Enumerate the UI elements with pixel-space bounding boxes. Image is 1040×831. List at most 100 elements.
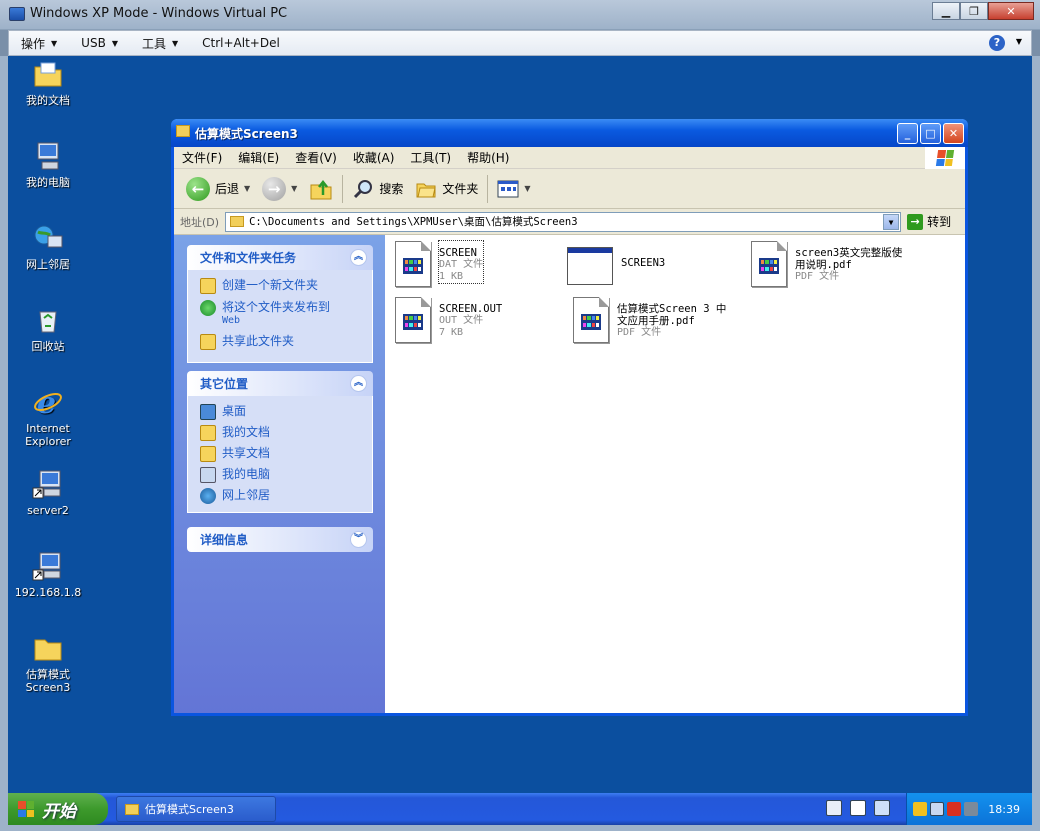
- explorer-menu-bar: 文件(F) 编辑(E) 查看(V) 收藏(A) 工具(T) 帮助(H): [174, 147, 965, 169]
- host-close-button[interactable]: ✕: [988, 2, 1034, 20]
- file-type: DAT 文件: [439, 259, 484, 270]
- go-label: 转到: [927, 215, 952, 229]
- host-frame-bottom: [0, 825, 1040, 831]
- collapse-chevron-icon[interactable]: ︽: [350, 375, 367, 392]
- desktop-icon-192-168-1-8[interactable]: 192.168.1.8: [8, 550, 88, 599]
- place-network[interactable]: 网上邻居: [200, 488, 372, 504]
- host-menu-action[interactable]: 操作 ▼: [9, 35, 69, 52]
- desktop-icon-screen3-folder[interactable]: 估算模式Screen3: [8, 632, 88, 694]
- chevron-down-icon: ▼: [171, 38, 179, 48]
- place-label: 我的电脑: [222, 467, 271, 481]
- shortcut-computer-icon: [32, 468, 64, 500]
- file-size: 1 KB: [439, 271, 464, 282]
- volume-icon[interactable]: [964, 802, 978, 816]
- menu-edit[interactable]: 编辑(E): [230, 149, 287, 166]
- address-input[interactable]: C:\Documents and Settings\XPMUser\桌面\估算模…: [225, 211, 902, 232]
- collapse-chevron-icon[interactable]: ︽: [350, 249, 367, 266]
- network-connection-icon[interactable]: [930, 802, 944, 816]
- menu-file[interactable]: 文件(F): [174, 149, 230, 166]
- chevron-down-icon[interactable]: ▼: [291, 184, 297, 193]
- menu-tools[interactable]: 工具(T): [402, 149, 459, 166]
- options-icon[interactable]: [874, 800, 890, 816]
- explorer-title: 估算模式Screen3: [195, 127, 298, 141]
- panel-other-places: 其它位置 ︽ 桌面 我的文档 共享文档 我的电脑 网上邻居: [187, 371, 373, 513]
- place-desktop[interactable]: 桌面: [200, 404, 372, 420]
- chevron-down-icon[interactable]: ▼: [244, 184, 250, 193]
- explorer-toolbar: ← 后退 ▼ → ▼ 搜索 文件夹 ▼: [174, 169, 965, 209]
- svg-text:e: e: [37, 386, 56, 418]
- clock[interactable]: 18:39: [988, 803, 1020, 816]
- go-button[interactable]: → 转到: [907, 213, 951, 230]
- file-name: 文应用手册.pdf: [617, 315, 695, 327]
- file-item-screen-out[interactable]: SCREEN.OUT OUT 文件 7 KB: [393, 297, 502, 345]
- file-item-screen3-cn-manual-pdf[interactable]: 估算模式Screen 3 中文应用手册.pdf PDF 文件: [571, 297, 726, 345]
- up-folder-button[interactable]: [303, 173, 339, 205]
- network-icon: [32, 222, 64, 254]
- menu-view[interactable]: 查看(V): [287, 149, 345, 166]
- views-button[interactable]: ▼: [491, 173, 536, 205]
- shared-folder-icon: [200, 446, 216, 462]
- file-type: OUT 文件: [439, 315, 484, 326]
- host-frame-right: [1032, 56, 1040, 831]
- taskbar-window-button[interactable]: 估算模式Screen3: [116, 796, 276, 822]
- keyboard-icon[interactable]: [826, 800, 842, 816]
- folder-icon: [125, 803, 139, 815]
- explorer-title-bar[interactable]: 估算模式Screen3 _ □ ✕: [171, 119, 968, 147]
- address-dropdown-button[interactable]: ▼: [883, 213, 900, 230]
- chevron-down-icon[interactable]: ▼: [1016, 37, 1022, 46]
- close-button[interactable]: ✕: [943, 123, 964, 144]
- start-label: 开始: [42, 801, 76, 822]
- file-item-screen-dat[interactable]: SCREEN DAT 文件 1 KB: [393, 240, 485, 289]
- computer-icon: [200, 467, 216, 483]
- panel-header[interactable]: 其它位置 ︽: [187, 371, 373, 396]
- desktop-icon-label: 网上邻居: [26, 258, 70, 271]
- expand-chevron-icon[interactable]: ︾: [350, 531, 367, 548]
- help-icon[interactable]: ?: [989, 35, 1005, 51]
- security-shield-icon[interactable]: [913, 802, 927, 816]
- language-bar: [826, 800, 890, 816]
- host-restore-button[interactable]: ❐: [960, 2, 988, 20]
- start-button[interactable]: 开始: [8, 793, 108, 825]
- place-shared-documents[interactable]: 共享文档: [200, 446, 372, 462]
- desktop-icon-internet-explorer[interactable]: e Internet Explorer: [8, 386, 88, 448]
- task-publish-web[interactable]: 将这个文件夹发布到 Web: [200, 300, 372, 328]
- panel-header[interactable]: 详细信息 ︾: [187, 527, 373, 552]
- minimize-button[interactable]: _: [897, 123, 918, 144]
- desktop-icon-recycle-bin[interactable]: 回收站: [8, 304, 88, 353]
- publish-web-icon: [200, 300, 216, 316]
- task-share-folder[interactable]: 共享此文件夹: [200, 334, 372, 350]
- folders-button[interactable]: 文件夹: [409, 173, 484, 205]
- panel-header[interactable]: 文件和文件夹任务 ︽: [187, 245, 373, 270]
- antivirus-icon[interactable]: [947, 802, 961, 816]
- toolbar-separator: [342, 174, 344, 203]
- host-menu-usb[interactable]: USB ▼: [69, 36, 130, 50]
- desktop-icon-my-documents[interactable]: 我的文档: [8, 58, 88, 107]
- host-menu-ctrl-alt-del[interactable]: Ctrl+Alt+Del: [190, 36, 292, 50]
- menu-help[interactable]: 帮助(H): [459, 149, 517, 166]
- help-icon[interactable]: [850, 800, 866, 816]
- search-button[interactable]: 搜索: [346, 173, 409, 205]
- go-arrow-icon: →: [907, 213, 924, 230]
- documents-folder-icon: [200, 425, 216, 441]
- pdf-file-icon: [571, 297, 611, 345]
- desktop-icon-my-computer[interactable]: 我的电脑: [8, 140, 88, 189]
- host-menu-tools[interactable]: 工具 ▼: [130, 35, 190, 52]
- place-my-computer[interactable]: 我的电脑: [200, 467, 372, 483]
- back-button[interactable]: ← 后退 ▼: [180, 173, 256, 205]
- menu-favorites[interactable]: 收藏(A): [345, 149, 403, 166]
- place-my-documents[interactable]: 我的文档: [200, 425, 372, 441]
- search-icon: [354, 179, 373, 198]
- file-item-screen3-manual-pdf[interactable]: screen3英文完整版使 用说明.pdf PDF 文件: [749, 241, 902, 289]
- maximize-button[interactable]: □: [920, 123, 941, 144]
- desktop-icon-network[interactable]: 网上邻居: [8, 222, 88, 271]
- host-minimize-button[interactable]: ▁: [932, 2, 960, 20]
- desktop-icon-server2[interactable]: server2: [8, 468, 88, 517]
- task-new-folder[interactable]: 创建一个新文件夹: [200, 278, 372, 294]
- virtual-pc-icon: [9, 7, 25, 21]
- file-list: SCREEN DAT 文件 1 KB SCREEN3 screen3英文完整版使 用说…: [385, 235, 965, 713]
- panel-title: 其它位置: [200, 377, 249, 391]
- desktop-icon-label: 192.168.1.8: [14, 586, 82, 599]
- file-item-screen3-exe[interactable]: SCREEN3: [567, 241, 665, 289]
- system-tray: 18:39: [906, 793, 1032, 825]
- forward-button[interactable]: → ▼: [256, 173, 303, 205]
